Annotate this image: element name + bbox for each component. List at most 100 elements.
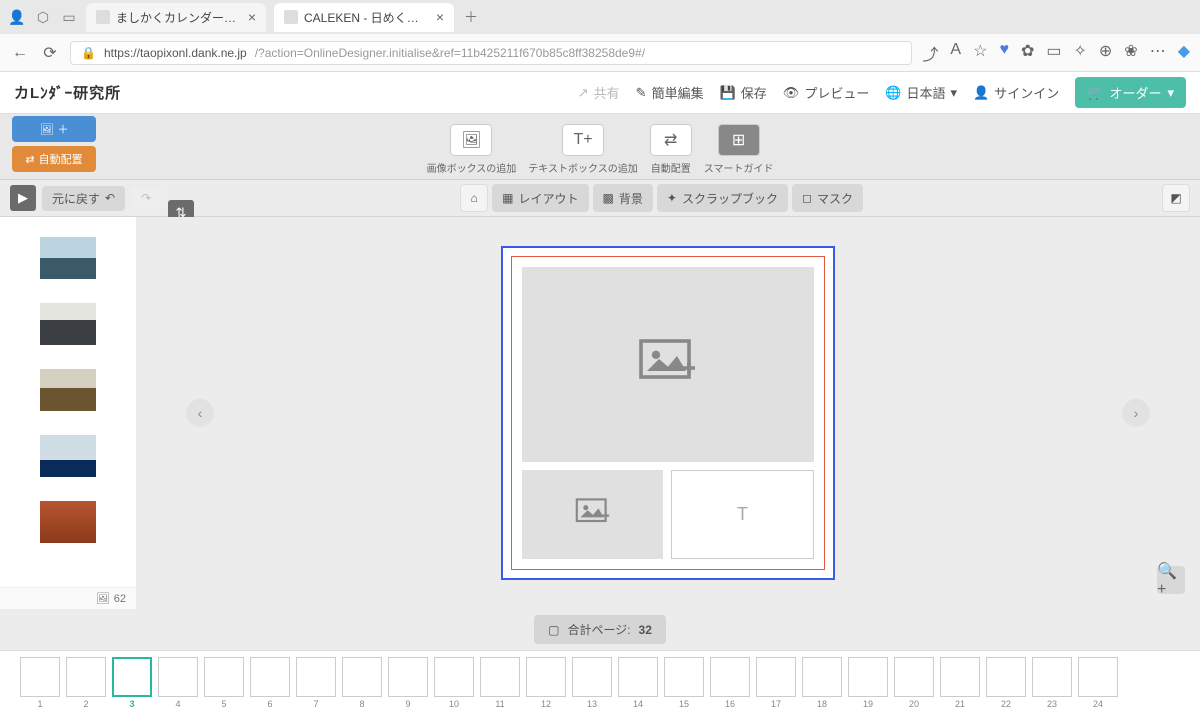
add-text-box-tool[interactable]: T+ テキストボックスの追加 <box>528 124 637 175</box>
new-tab-icon[interactable]: ＋ <box>462 8 480 26</box>
signin-button[interactable]: 👤サインイン <box>973 83 1059 102</box>
page-thumb-2[interactable]: 2 <box>66 657 106 709</box>
play-button[interactable]: ▶ <box>10 185 36 211</box>
add-image-side-button[interactable]: 🖼＋ <box>12 116 96 142</box>
page-thumb-1[interactable]: 1 <box>20 657 60 709</box>
close-icon[interactable]: × <box>248 9 256 25</box>
ext-icon[interactable]: ❀ <box>1124 41 1137 65</box>
url-input[interactable]: 🔒 https://taopixonl.dank.ne.jp/?action=O… <box>70 41 912 65</box>
page-thumb-23[interactable]: 23 <box>1032 657 1072 709</box>
page-thumb-8[interactable]: 8 <box>342 657 382 709</box>
star-icon[interactable]: ☆ <box>973 41 987 65</box>
page-count-bar: ▢ 合計ページ: 32 <box>0 609 1200 650</box>
page-thumb-number: 8 <box>359 699 364 709</box>
page-count-display[interactable]: ▢ 合計ページ: 32 <box>534 615 666 644</box>
ext-icon[interactable]: ⊕ <box>1099 41 1112 65</box>
library-thumb[interactable] <box>40 435 96 477</box>
layout-icon: ▦ <box>502 191 513 205</box>
mask-button[interactable]: ◻マスク <box>792 184 863 212</box>
save-button[interactable]: 💾保存 <box>720 83 767 102</box>
page-thumb-number: 6 <box>267 699 272 709</box>
close-icon[interactable]: × <box>436 9 444 25</box>
page-thumb-21[interactable]: 21 <box>940 657 980 709</box>
text-box[interactable]: T <box>671 470 814 559</box>
page-thumb-20[interactable]: 20 <box>894 657 934 709</box>
home-button[interactable]: ⌂ <box>460 184 488 212</box>
back-icon[interactable]: ← <box>10 44 30 62</box>
easy-edit-button[interactable]: ✎簡単編集 <box>636 83 704 102</box>
guide-icon: ⊞ <box>732 130 745 150</box>
page-thumb-9[interactable]: 9 <box>388 657 428 709</box>
preview-button[interactable]: 👁プレビュー <box>783 83 870 102</box>
more-icon[interactable]: ⋯ <box>1150 41 1166 65</box>
ext-icon[interactable]: ▭ <box>1046 41 1061 65</box>
page-thumb-18[interactable]: 18 <box>802 657 842 709</box>
ext-icon[interactable]: ♥ <box>999 41 1009 65</box>
page-thumb-14[interactable]: 14 <box>618 657 658 709</box>
profile-icon[interactable]: 👤 <box>8 8 26 26</box>
image-plus-icon: 🖼 <box>40 123 54 136</box>
language-button[interactable]: 🌐日本語▾ <box>885 83 957 102</box>
undo-button[interactable]: 元に戻す↶ <box>42 186 125 211</box>
zoom-in-button[interactable]: 🔍+ <box>1157 566 1185 594</box>
background-button[interactable]: ▩背景 <box>593 184 653 212</box>
page-thumb-15[interactable]: 15 <box>664 657 704 709</box>
save-icon: 💾 <box>720 85 736 101</box>
page-thumbnail-strip[interactable]: 123456789101112131415161718192021222324 <box>0 650 1200 711</box>
page-frame[interactable]: T <box>501 246 835 580</box>
auto-layout-side-button[interactable]: ⇄自動配置 <box>12 146 96 172</box>
share-button[interactable]: ↗共有 <box>578 83 620 102</box>
page-thumb-number: 24 <box>1093 699 1103 709</box>
copilot-icon[interactable]: ◆ <box>1178 41 1190 65</box>
library-thumb[interactable] <box>40 501 96 543</box>
layout-button[interactable]: ▦レイアウト <box>492 184 588 212</box>
page-thumb-17[interactable]: 17 <box>756 657 796 709</box>
browser-tab-2[interactable]: CALEKEN - 日めくりカレンダー# × <box>274 3 454 32</box>
order-button[interactable]: 🛒オーダー▾ <box>1075 77 1186 108</box>
ext-icon[interactable]: ✿ <box>1021 41 1034 65</box>
page-thumb-22[interactable]: 22 <box>986 657 1026 709</box>
scrapbook-button[interactable]: ✦スクラップブック <box>657 184 788 212</box>
text-plus-icon: T+ <box>573 131 592 149</box>
page-thumb-24[interactable]: 24 <box>1078 657 1118 709</box>
ext-icon[interactable]: A <box>950 41 961 65</box>
page-thumb-11[interactable]: 11 <box>480 657 520 709</box>
page-thumb-10[interactable]: 10 <box>434 657 474 709</box>
add-image-box-tool[interactable]: 🖼 画像ボックスの追加 <box>427 124 517 175</box>
page-thumb-13[interactable]: 13 <box>572 657 612 709</box>
page-thumb-6[interactable]: 6 <box>250 657 290 709</box>
page-thumb-box <box>618 657 658 697</box>
lock-icon: 🔒 <box>81 46 96 60</box>
cube-icon[interactable]: ⬡ <box>34 8 52 26</box>
library-thumb[interactable] <box>40 369 96 411</box>
page-thumb-3[interactable]: 3 <box>112 657 152 709</box>
library-thumb[interactable] <box>40 237 96 279</box>
refresh-icon[interactable]: ⟳ <box>40 43 60 63</box>
library-thumb[interactable] <box>40 303 96 345</box>
page-thumb-12[interactable]: 12 <box>526 657 566 709</box>
redo-button[interactable]: ↷ <box>131 187 161 209</box>
browser-chrome: 👤 ⬡ ▭ ましかくカレンダー（日めくり） - × CALEKEN - 日めくり… <box>0 0 1200 72</box>
redo-icon: ↷ <box>141 191 151 205</box>
page-thumb-4[interactable]: 4 <box>158 657 198 709</box>
page-thumb-7[interactable]: 7 <box>296 657 336 709</box>
page-thumb-number: 21 <box>955 699 965 709</box>
page-thumb-5[interactable]: 5 <box>204 657 244 709</box>
image-box-small[interactable] <box>522 470 663 559</box>
page-thumb-box <box>940 657 980 697</box>
window-icon[interactable]: ▭ <box>60 8 78 26</box>
smart-guide-tool[interactable]: ⊞ スマートガイド <box>704 124 774 175</box>
adjust-button[interactable]: ◩ <box>1162 184 1190 212</box>
page-thumb-19[interactable]: 19 <box>848 657 888 709</box>
next-page-button[interactable]: › <box>1122 399 1150 427</box>
auto-layout-tool[interactable]: ⇄ 自動配置 <box>650 124 692 175</box>
page-thumb-number: 2 <box>83 699 88 709</box>
image-box-large[interactable] <box>522 267 814 462</box>
swap-icon: ⇄ <box>25 153 34 166</box>
page-thumb-16[interactable]: 16 <box>710 657 750 709</box>
browser-tab-1[interactable]: ましかくカレンダー（日めくり） - × <box>86 3 266 32</box>
prev-page-button[interactable]: ‹ <box>186 399 214 427</box>
ext-icon[interactable]: ✧ <box>1073 41 1086 65</box>
address-bar: ← ⟳ 🔒 https://taopixonl.dank.ne.jp/?acti… <box>0 34 1200 72</box>
ext-icon[interactable]: ⤴ <box>922 41 938 65</box>
